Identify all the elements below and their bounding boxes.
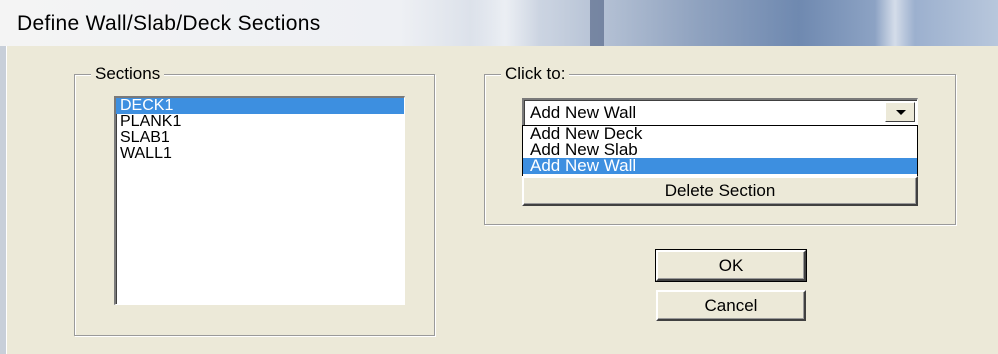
title-bar-highlight <box>470 0 540 46</box>
list-item[interactable]: DECK1 <box>116 98 404 114</box>
cancel-button[interactable]: Cancel <box>656 290 806 321</box>
list-item[interactable]: WALL1 <box>116 146 404 162</box>
add-section-combo[interactable]: Add New Wall <box>522 98 918 127</box>
dropdown-option-add-new-wall[interactable]: Add New Wall <box>523 157 917 174</box>
chevron-down-icon[interactable] <box>885 102 915 122</box>
list-item[interactable]: PLANK1 <box>116 114 404 130</box>
define-sections-dialog: Define Wall/Slab/Deck Sections Sections … <box>0 0 998 354</box>
delete-section-button[interactable]: Delete Section <box>522 176 918 206</box>
combo-value: Add New Wall <box>530 103 637 122</box>
add-section-dropdown[interactable]: Add New Deck Add New Slab Add New Wall <box>522 125 918 177</box>
ok-button[interactable]: OK <box>655 249 807 282</box>
click-to-group-label: Click to: <box>501 64 570 84</box>
title-bar-highlight-right <box>875 0 915 46</box>
sections-group-label: Sections <box>91 64 165 84</box>
title-bar[interactable]: Define Wall/Slab/Deck Sections <box>0 0 998 47</box>
title-bar-shade <box>590 0 604 46</box>
sections-list[interactable]: DECK1 PLANK1 SLAB1 WALL1 <box>114 96 405 305</box>
list-item[interactable]: SLAB1 <box>116 130 404 146</box>
window-title: Define Wall/Slab/Deck Sections <box>17 12 321 35</box>
